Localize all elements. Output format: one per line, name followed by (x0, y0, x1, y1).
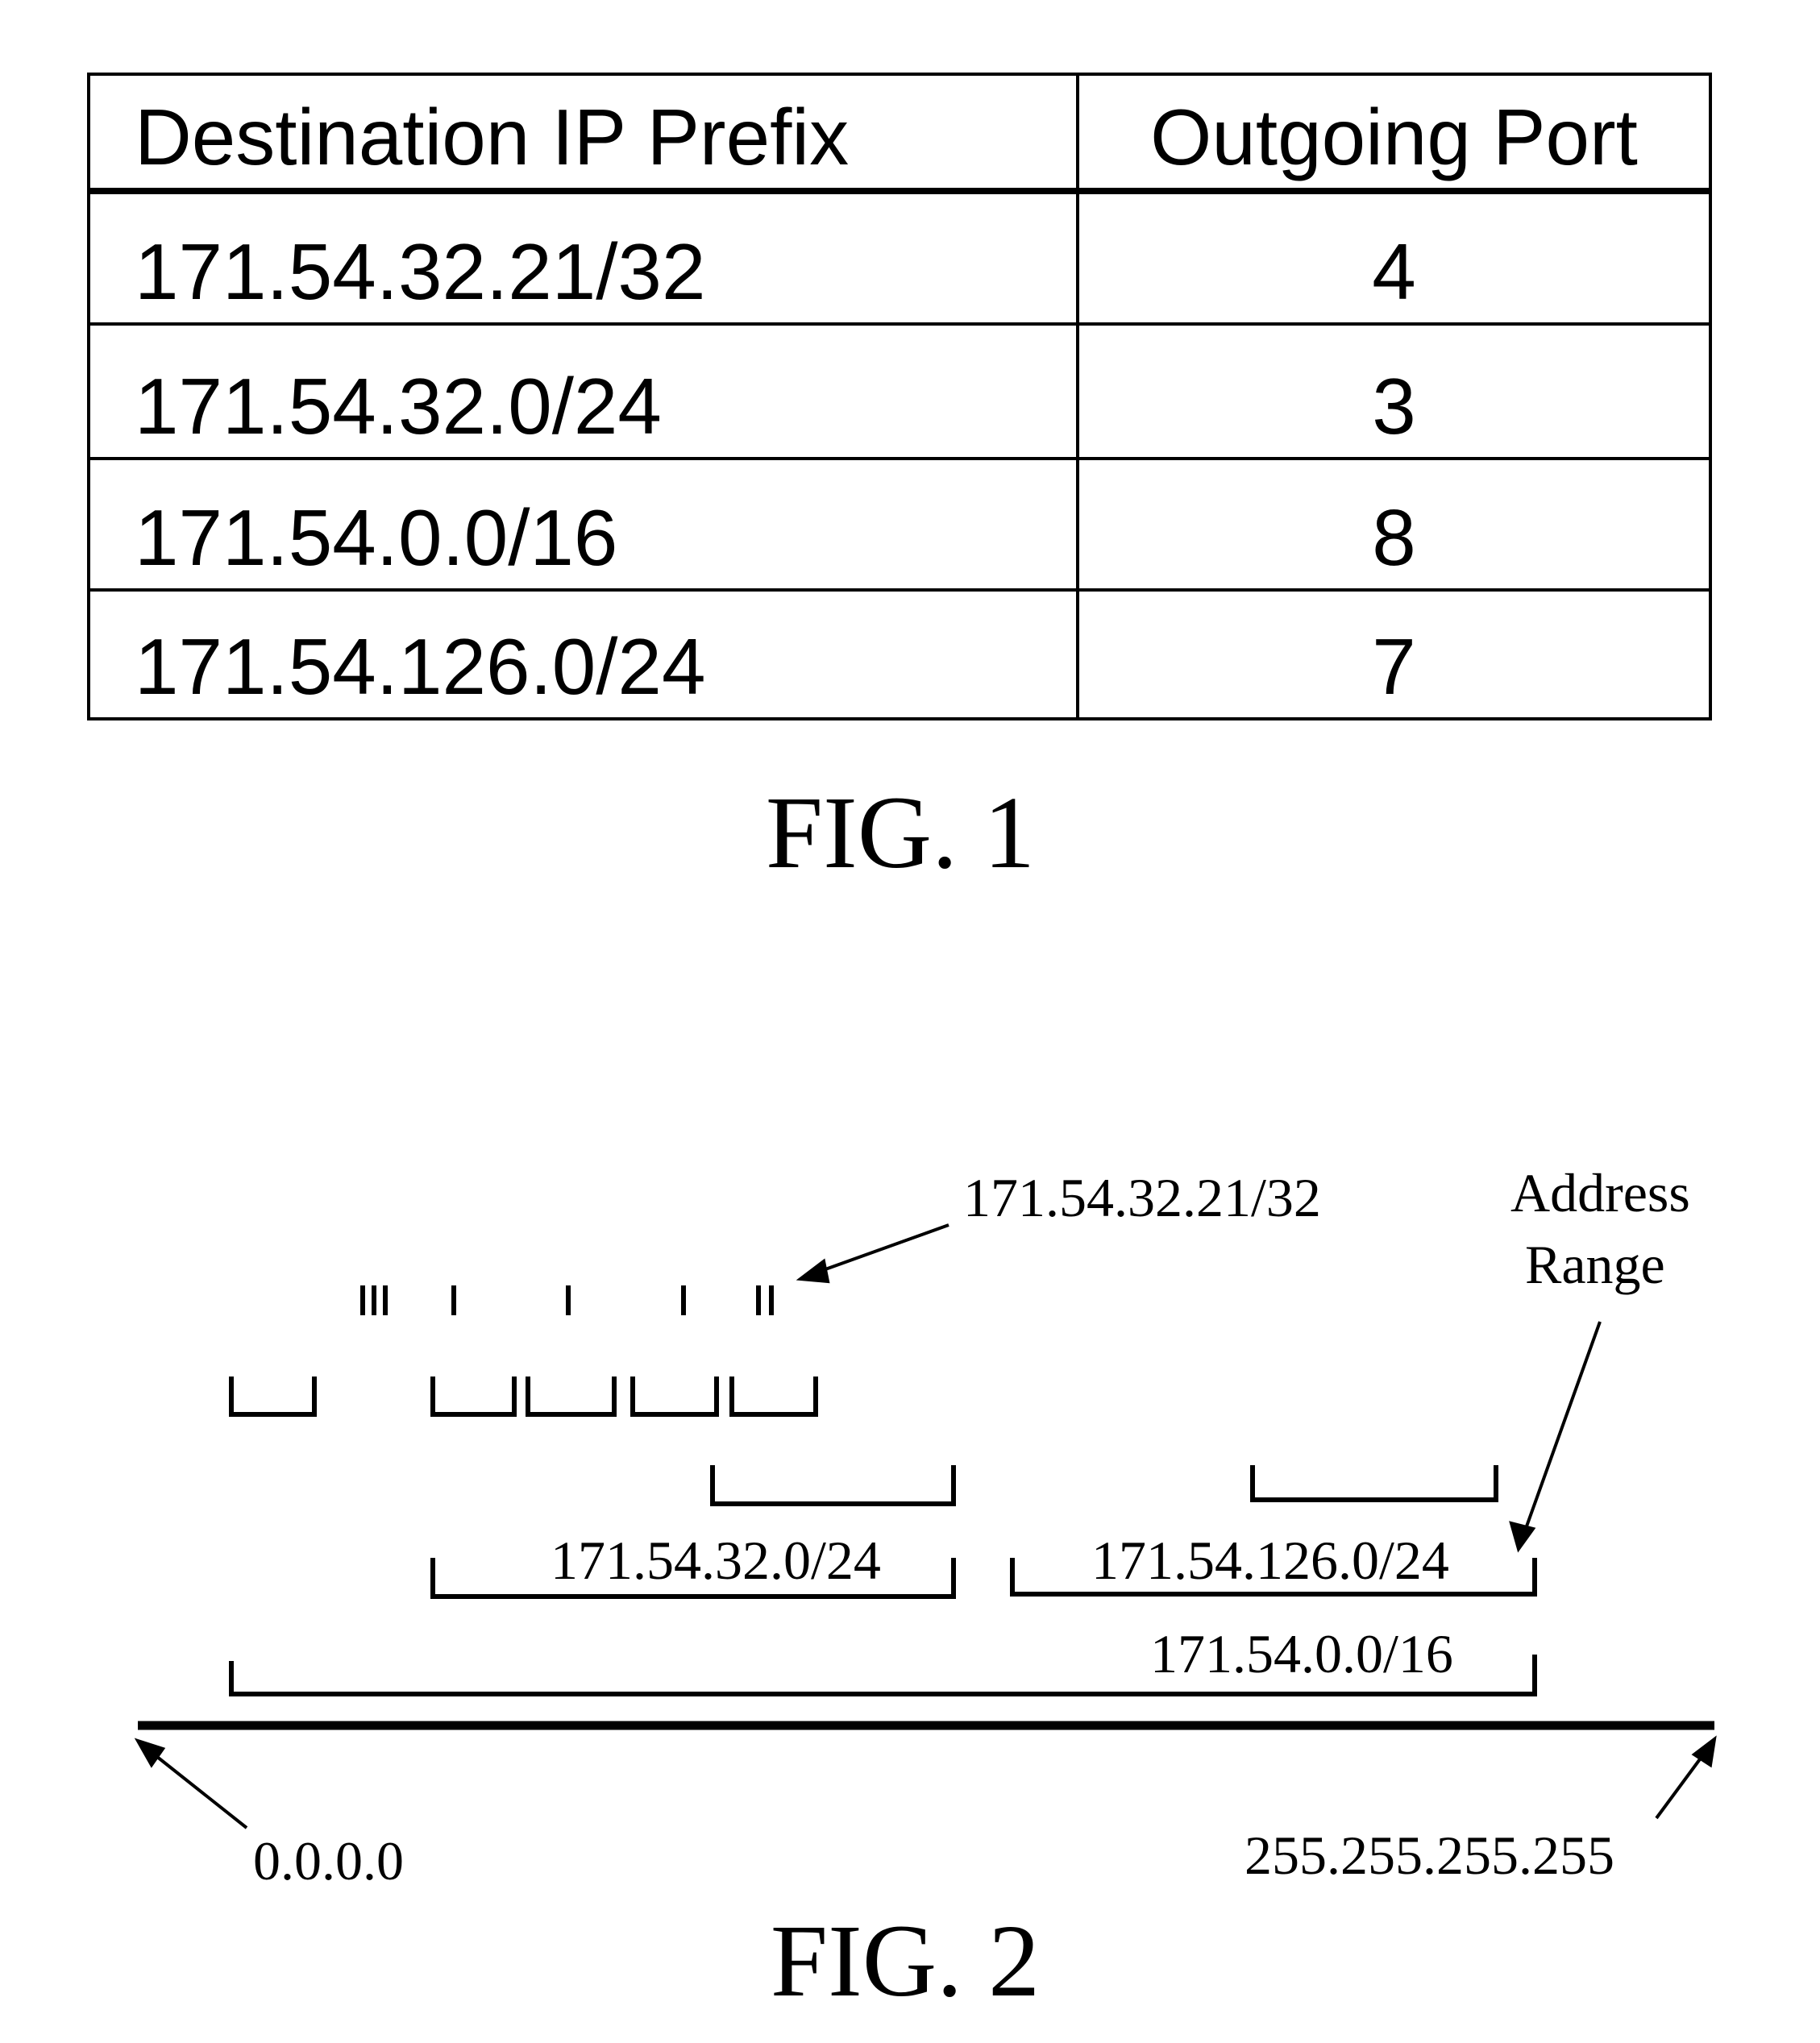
prefix-126-0-24-label: 171.54.126.0/24 (1091, 1530, 1449, 1591)
prefix-32-0-24-label: 171.54.32.0/24 (551, 1530, 881, 1591)
small-range-bracket (526, 1377, 617, 1417)
range-bracket (1250, 1465, 1498, 1502)
small-range-bracket (630, 1377, 719, 1417)
host-arrow-line (813, 1223, 949, 1275)
figure-2-caption: FIG. 2 (770, 1904, 1041, 2018)
range-start-label: 0.0.0.0 (253, 1830, 404, 1891)
host-arrow-head (796, 1258, 830, 1284)
small-range-bracket (229, 1377, 317, 1417)
address-range-diagram (134, 1223, 1717, 1829)
address-range-arrow-head (1509, 1521, 1536, 1553)
prefix-0-0-16-label: 171.54.0.0/16 (1150, 1623, 1453, 1684)
address-range-label-line1: Address (1510, 1162, 1690, 1223)
start-arrow-line (148, 1749, 248, 1829)
end-arrow-line (1655, 1749, 1708, 1820)
start-arrow-head (134, 1738, 166, 1768)
small-range-bracket (729, 1377, 818, 1417)
address-range-arrow-line (1522, 1321, 1602, 1536)
host-prefix-label: 171.54.32.21/32 (963, 1167, 1321, 1228)
address-range-label-line2: Range (1525, 1234, 1665, 1295)
small-range-bracket (430, 1377, 517, 1417)
range-bracket (710, 1465, 956, 1506)
range-end-label: 255.255.255.255 (1244, 1825, 1614, 1886)
